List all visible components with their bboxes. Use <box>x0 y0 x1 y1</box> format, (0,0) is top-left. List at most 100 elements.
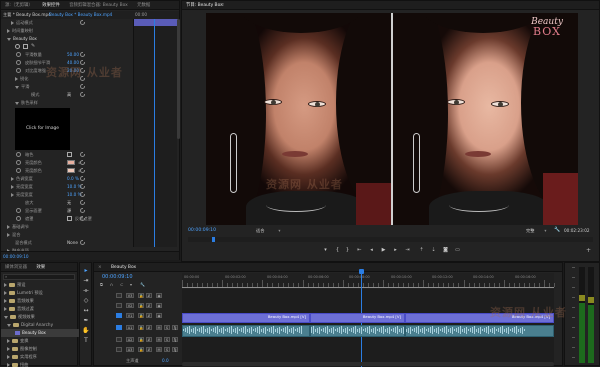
ripple-edit-tool-icon[interactable]: ⟛ <box>82 287 90 295</box>
invert-mask-checkbox[interactable] <box>67 216 72 221</box>
timeline-settings-icon[interactable]: 🔧 <box>140 282 145 287</box>
solo-icon[interactable]: S <box>164 325 170 330</box>
close-icon[interactable]: × <box>94 263 106 271</box>
track-label[interactable]: V2 <box>126 303 134 308</box>
lock-track-icon[interactable]: 🔒 <box>138 293 144 298</box>
add-marker-icon[interactable]: ▾ <box>322 247 329 254</box>
track-header-a3[interactable]: A3 🔒 ⇵ M S 🎙 <box>94 345 182 354</box>
track-label[interactable]: V3 <box>126 293 134 298</box>
reset-icon[interactable] <box>80 76 85 81</box>
step-back-icon[interactable]: ◂ <box>368 247 375 254</box>
voiceover-icon[interactable]: 🎙 <box>172 325 178 330</box>
track-header-v2[interactable]: V2 🔒 ⇵ ◉ <box>94 301 182 310</box>
expand-arrow-icon[interactable] <box>11 21 14 25</box>
lock-track-icon[interactable]: 🔒 <box>138 303 144 308</box>
lock-track-icon[interactable]: 🔒 <box>138 313 144 318</box>
expand-arrow-icon[interactable] <box>11 177 14 181</box>
keyframe-toggle-icon[interactable] <box>16 152 21 157</box>
expand-arrow-icon[interactable] <box>7 363 10 367</box>
property-row[interactable]: 暗色 <box>1 151 133 158</box>
go-to-out-icon[interactable]: ⇥ <box>404 247 411 254</box>
video-clip[interactable]: Beauty Box.mp4 [V] <box>405 313 554 323</box>
keyframe-toggle-icon[interactable] <box>16 160 21 165</box>
audio-clip[interactable] <box>182 325 310 337</box>
sequence-dropdown[interactable]: Beauty Box * Beauty Box.mp4 <box>49 12 112 17</box>
property-row[interactable]: 亮度宽度 10.0 % <box>1 183 133 190</box>
timeline-ruler[interactable]: 00:00:00 00:00:02:00 00:00:04:00 00:00:06:0… <box>182 273 555 287</box>
extract-icon[interactable]: ⇣ <box>430 247 437 254</box>
expand-arrow-icon[interactable] <box>4 283 7 287</box>
keyframe-toggle-icon[interactable] <box>16 168 21 173</box>
keyframe-toggle-icon[interactable] <box>16 60 21 65</box>
tree-item[interactable]: 音频效果 <box>4 297 34 305</box>
expand-arrow-icon[interactable] <box>7 233 10 237</box>
go-to-in-icon[interactable]: ⇤ <box>356 247 363 254</box>
panel-menu-icon[interactable]: ≡ <box>220 2 224 8</box>
tab-effect-controls[interactable]: 效果控件 <box>38 1 64 9</box>
expand-arrow-icon[interactable] <box>7 323 11 327</box>
keyframe-toggle-icon[interactable] <box>16 68 21 73</box>
quality-dropdown[interactable]: 完整 ▾ <box>526 228 547 234</box>
reset-icon[interactable] <box>80 240 85 245</box>
reset-icon[interactable] <box>80 60 85 65</box>
source-patch-button[interactable] <box>116 313 122 318</box>
property-row[interactable]: 亮度颜色 ✐ <box>1 159 133 166</box>
expand-arrow-icon[interactable] <box>7 29 10 33</box>
reset-icon[interactable] <box>80 84 85 89</box>
lock-track-icon[interactable]: 🔒 <box>138 337 144 342</box>
keyframe-toggle-icon[interactable] <box>16 52 21 57</box>
lock-track-icon[interactable]: 🔒 <box>138 347 144 352</box>
source-patch-button[interactable] <box>116 303 122 308</box>
mute-icon[interactable]: M <box>156 337 162 342</box>
program-timecode[interactable]: 00:00:09:10 <box>188 228 216 233</box>
nest-icon[interactable]: ⧉ <box>100 282 103 287</box>
zoom-dropdown[interactable]: 无 <box>67 199 71 206</box>
scrub-playhead[interactable] <box>212 237 215 242</box>
video-clip[interactable]: Beauty Box.mp4 [V] <box>310 313 405 323</box>
expand-arrow-icon[interactable] <box>7 37 11 41</box>
tree-item[interactable]: 扭曲 <box>7 361 28 367</box>
blend-mode-dropdown[interactable]: None <box>67 239 78 246</box>
fit-dropdown[interactable]: 适合 ▾ <box>256 228 281 234</box>
keyframe-toggle-icon[interactable] <box>16 216 21 221</box>
solo-icon[interactable]: S <box>164 337 170 342</box>
property-row[interactable]: 运动模式 <box>1 19 133 26</box>
step-forward-icon[interactable]: ▸ <box>392 247 399 254</box>
export-frame-icon[interactable]: ◙ <box>442 247 449 254</box>
property-row[interactable]: 放大无 <box>1 199 133 206</box>
rectangle-mask-icon[interactable] <box>23 44 28 49</box>
property-row[interactable]: 基础调节 <box>1 223 133 230</box>
toggle-output-icon[interactable]: ◉ <box>156 313 162 318</box>
color-swatch[interactable] <box>67 168 75 173</box>
expand-arrow-icon[interactable] <box>11 185 14 189</box>
property-row[interactable]: 混合 <box>1 231 133 238</box>
razor-tool-icon[interactable]: ◇ <box>82 297 90 305</box>
pen-mask-icon[interactable]: ✎ <box>31 43 35 50</box>
property-row[interactable]: 亮度宽度 10.0 % <box>1 191 133 198</box>
property-row[interactable]: 平滑 <box>1 83 133 90</box>
play-icon[interactable]: ▶ <box>380 247 387 254</box>
expand-arrow-icon[interactable] <box>7 225 10 229</box>
sync-lock-icon[interactable]: ⇵ <box>146 313 152 318</box>
tree-item[interactable]: Digital Anarchy <box>7 321 53 329</box>
selection-tool-icon[interactable]: ▸ <box>82 267 90 275</box>
reset-icon[interactable] <box>80 200 85 205</box>
tree-item[interactable]: 视频效果 <box>4 313 35 321</box>
show-mask-dropdown[interactable]: 源 <box>67 207 71 214</box>
mark-in-icon[interactable]: { <box>334 247 341 254</box>
reset-icon[interactable] <box>80 20 85 25</box>
program-scrub-bar[interactable] <box>188 237 593 242</box>
linked-selection-icon[interactable]: ⊂ <box>120 282 123 287</box>
track-header-v1[interactable]: V1 🔒 ⇵ ◉ <box>94 311 182 320</box>
tree-item-selected[interactable]: Beauty Box <box>1 329 79 337</box>
wrench-icon[interactable]: 🔧 <box>554 227 560 233</box>
lift-icon[interactable]: ⇡ <box>418 247 425 254</box>
sync-lock-icon[interactable]: ⇵ <box>146 293 152 298</box>
toggle-output-icon[interactable]: ◉ <box>156 293 162 298</box>
slip-tool-icon[interactable]: ↔ <box>82 307 90 315</box>
property-row[interactable]: 皮肤细节平滑 40.00 <box>1 59 133 66</box>
property-row[interactable]: 时间重映射 <box>1 27 133 34</box>
reset-icon[interactable] <box>80 216 85 221</box>
audio-clip[interactable] <box>405 325 554 337</box>
expand-arrow-icon[interactable] <box>15 77 18 81</box>
